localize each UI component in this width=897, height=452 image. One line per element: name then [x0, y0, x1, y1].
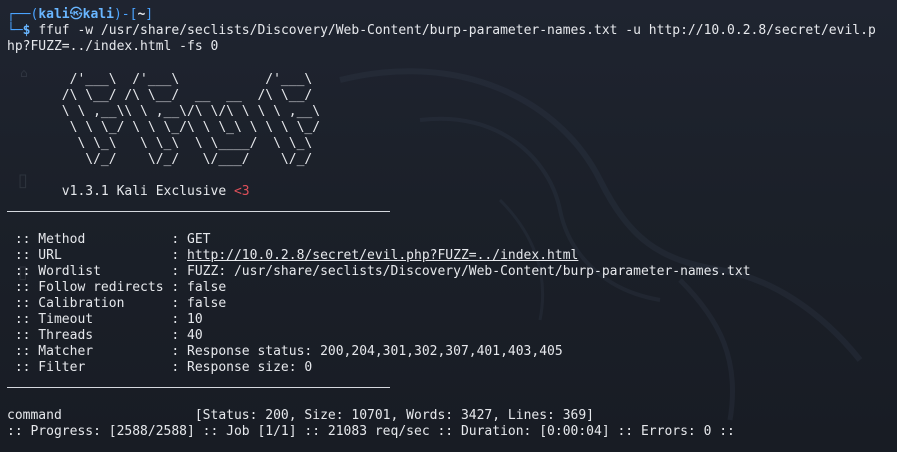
- config-threads: :: Threads : 40: [7, 328, 203, 343]
- banner-art-line: \/_/ \/_/ \/___/ \/_/: [7, 152, 313, 167]
- separator-top: [7, 211, 390, 212]
- config-wordlist: :: Wordlist : FUZZ: /usr/share/seclists/…: [7, 264, 751, 279]
- config-matcher: :: Matcher : Response status: 200,204,30…: [7, 344, 563, 359]
- result-row: command [Status: 200, Size: 10701, Words…: [7, 408, 594, 424]
- config-timeout: :: Timeout : 10: [7, 312, 203, 327]
- command-line-wrap: hp?FUZZ=../index.html -fs 0: [7, 39, 218, 55]
- result-status: [Status: 200, Size: 10701, Words: 3427, …: [194, 408, 595, 423]
- prompt-host: kali: [82, 7, 114, 22]
- version-text: v1.3.1 Kali Exclusive: [7, 184, 234, 199]
- command-line[interactable]: └─$ ffuf -w /usr/share/seclists/Discover…: [7, 23, 876, 39]
- heart-text: <3: [233, 184, 250, 199]
- prompt-symbol: $: [22, 23, 31, 38]
- separator-bottom: [7, 387, 390, 388]
- config-calibration: :: Calibration : false: [7, 296, 227, 311]
- command-text-2: hp?FUZZ=../index.html -fs 0: [7, 39, 219, 54]
- prompt-user: kali: [38, 7, 70, 22]
- result-word: command: [7, 408, 195, 423]
- prompt-header: ┌──(kali㉿kali)-[~]: [7, 7, 154, 22]
- banner-art-line: \ \ ,__\\ \ ,__\/\ \/\ \ \ \ ,__\: [7, 104, 321, 119]
- config-method: :: Method : GET: [7, 232, 211, 247]
- config-filter: :: Filter : Response size: 0: [7, 360, 313, 375]
- config-follow-redirects: :: Follow redirects : false: [7, 280, 227, 295]
- banner-art-line: /'___\ /'___\ /'___\: [7, 72, 313, 87]
- prompt-at-symbol: ㉿: [69, 7, 83, 22]
- config-url: :: URL : http://10.0.2.8/secret/evil.php…: [7, 248, 579, 263]
- banner-art-line: /\ \__/ /\ \__/ __ __ /\ \__/: [7, 88, 313, 103]
- banner-art-line: \ \_\ \ \_\ \ \____/ \ \_\: [7, 136, 313, 151]
- progress-line: :: Progress: [2588/2588] :: Job [1/1] ::…: [7, 424, 735, 439]
- config-url-link[interactable]: http://10.0.2.8/secret/evil.php?FUZZ=../…: [187, 248, 578, 263]
- terminal-window[interactable]: ⌂ ▯ ▯ ┌──(kali㉿kali)-[~] └─$ ffuf -w /us…: [0, 0, 897, 452]
- command-text-1: ffuf -w /usr/share/seclists/Discovery/We…: [38, 23, 876, 38]
- banner-art-line: \ \ \_/ \ \ \_/\ \ \_\ \ \ \ \_/: [7, 120, 321, 135]
- version-line: v1.3.1 Kali Exclusive <3: [7, 184, 250, 200]
